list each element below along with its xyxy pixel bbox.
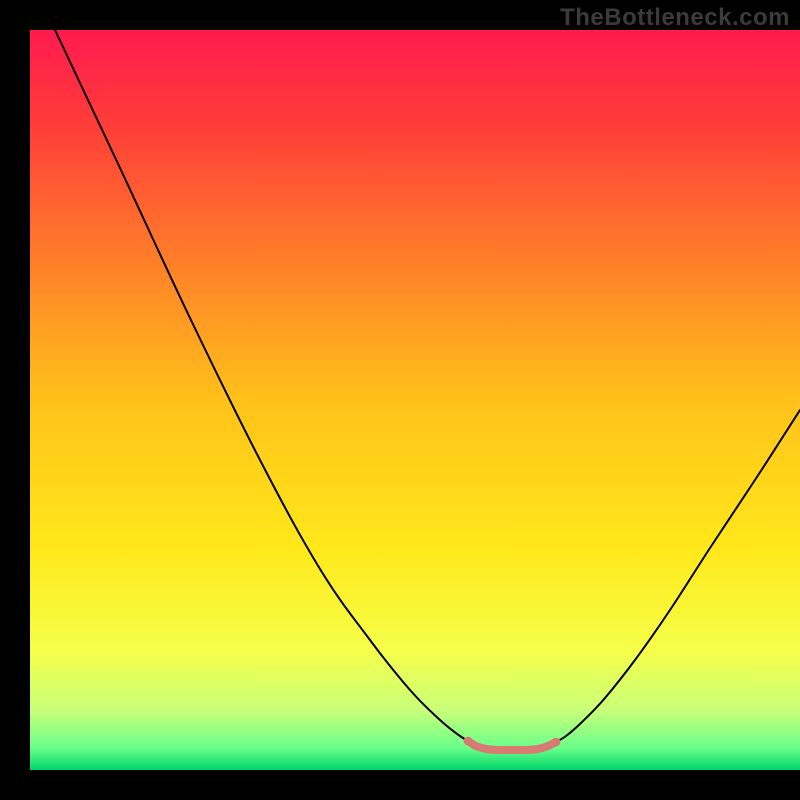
gradient-background	[30, 30, 800, 770]
trough-endpoint	[464, 737, 473, 746]
bottleneck-curve-chart	[0, 0, 800, 800]
trough-endpoint	[552, 738, 561, 747]
chart-frame: TheBottleneck.com	[0, 0, 800, 800]
